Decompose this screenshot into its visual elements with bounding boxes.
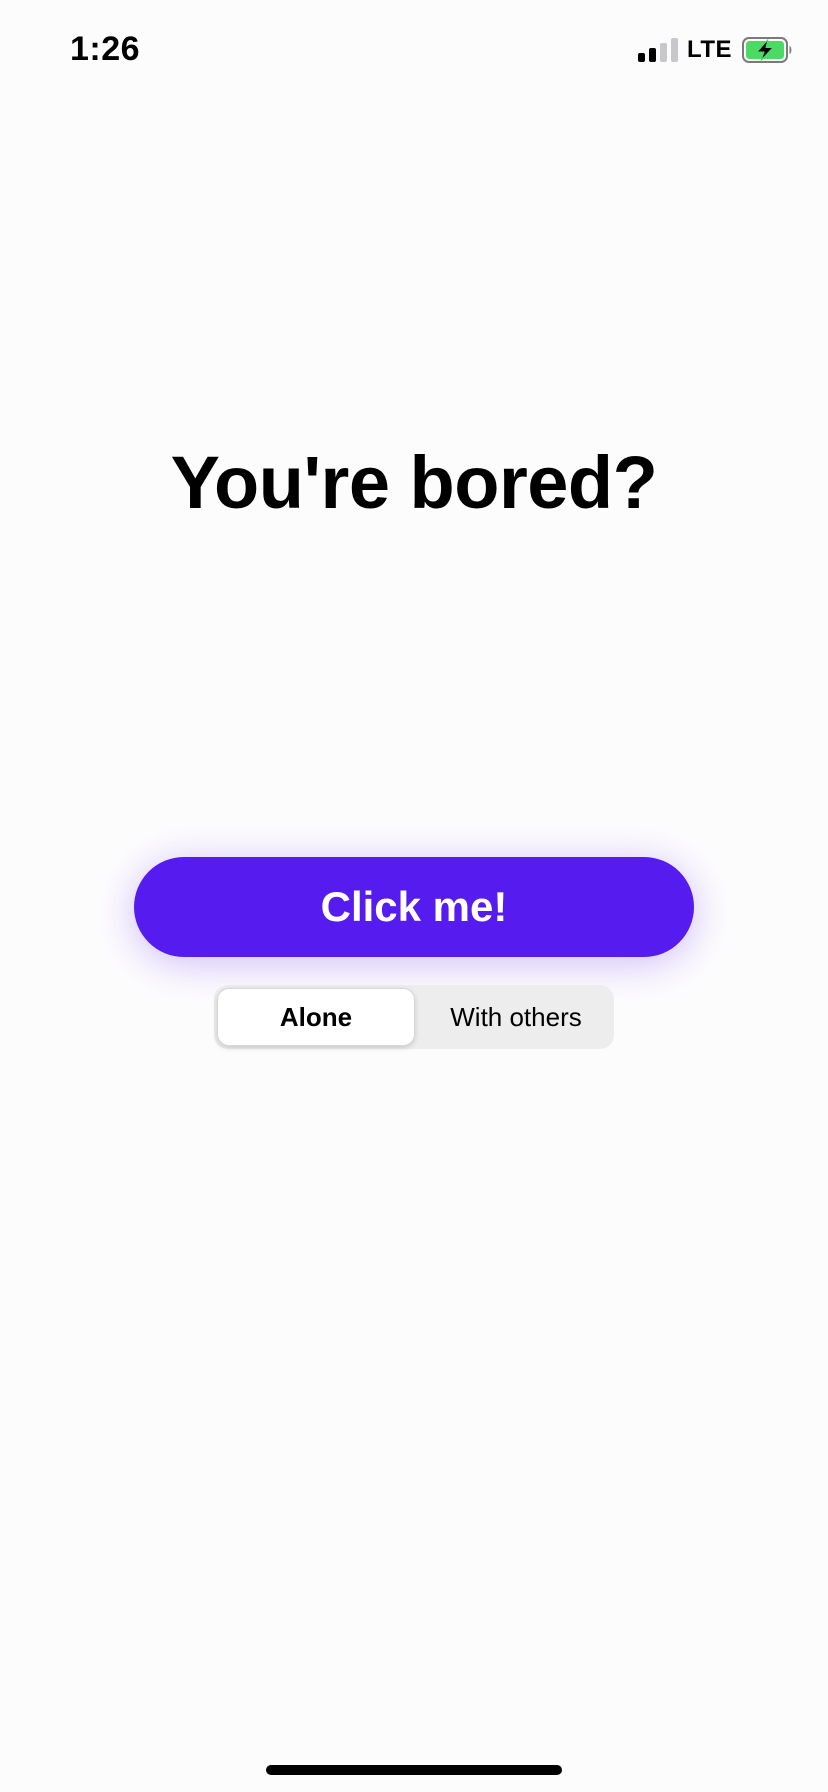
mode-segmented-control: Alone With others — [214, 985, 614, 1049]
status-time: 1:26 — [70, 30, 141, 68]
status-indicators: LTE — [637, 36, 794, 64]
click-me-button-label: Click me! — [320, 883, 508, 930]
segment-alone-label: Alone — [279, 1001, 353, 1032]
click-me-button[interactable]: Click me! — [134, 857, 694, 957]
segment-with-others-label: With others — [450, 1001, 582, 1032]
home-indicator[interactable] — [266, 1765, 562, 1775]
status-bar: 1:26 LTE — [0, 0, 828, 100]
network-type: LTE — [686, 36, 732, 63]
segment-with-others[interactable]: With others — [418, 985, 614, 1049]
battery-charging-icon — [742, 37, 794, 63]
segment-alone[interactable]: Alone — [217, 988, 415, 1046]
cellular-signal-icon — [637, 38, 678, 62]
page-title: You're bored? — [170, 441, 658, 524]
